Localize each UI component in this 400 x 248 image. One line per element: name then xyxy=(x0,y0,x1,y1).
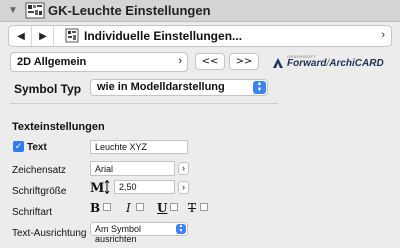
chevron-right-icon: › xyxy=(178,55,182,67)
page-selector-value: 2D Allgemein xyxy=(17,56,87,68)
font-field[interactable]: Arial xyxy=(90,161,175,176)
previous-page-button[interactable]: << xyxy=(195,53,225,70)
underline-icon: U xyxy=(157,201,168,215)
strikethrough-icon: T xyxy=(188,201,197,215)
text-settings-title: Texteinstellungen xyxy=(12,121,105,133)
font-size-icon: M xyxy=(90,180,110,194)
font-size-field[interactable]: 2,50 xyxy=(114,180,175,194)
text-alignment-select[interactable]: Am Symbol ausrichten ▲ ▼ xyxy=(90,222,188,244)
text-enabled-checkbox[interactable]: ✓ xyxy=(13,141,24,152)
updown-arrows-icon: ▲ ▼ xyxy=(253,81,266,94)
panel-title: GK-Leuchte Einstellungen xyxy=(48,3,211,18)
next-page-button[interactable]: >> xyxy=(229,53,259,70)
page-selector[interactable]: 2D Allgemein › xyxy=(10,52,188,72)
title-bar[interactable]: ▼ GK-Leuchte Einstellungen xyxy=(0,0,400,22)
symbol-type-select[interactable]: wie in Modelldarstellung ▲ ▼ xyxy=(90,79,268,96)
font-chevron-button[interactable]: › xyxy=(178,162,189,175)
bold-checkbox[interactable] xyxy=(103,203,111,211)
nav-forward-button[interactable]: ▶ xyxy=(33,26,54,46)
settings-nav-bar[interactable]: ◀ ▶ Individuelle Einstellungen... › xyxy=(8,25,392,47)
logo-brand: Forward/ArchiCARD xyxy=(287,58,384,69)
font-size-chevron-button[interactable]: › xyxy=(178,181,189,194)
logo-brand-forward: Forward xyxy=(287,58,327,69)
font-label: Zeichensatz xyxy=(12,165,66,176)
graphisoft-logo-icon xyxy=(273,58,283,68)
settings-panel: ▼ GK-Leuchte Einstellungen ◀ ▶ Individue… xyxy=(0,0,400,248)
text-label: Text xyxy=(27,142,47,153)
strikethrough-checkbox[interactable] xyxy=(200,203,208,211)
updown-arrows-icon: ▲ ▼ xyxy=(176,224,186,234)
nav-back-button[interactable]: ◀ xyxy=(11,26,32,46)
chevron-right-icon[interactable]: › xyxy=(381,29,385,41)
italic-checkbox[interactable] xyxy=(136,203,144,211)
svg-text:M: M xyxy=(90,181,104,194)
lamp-object-icon xyxy=(25,2,45,19)
section-divider xyxy=(10,103,278,104)
font-style-label: Schriftart xyxy=(12,207,53,218)
bold-icon: B xyxy=(90,201,101,215)
text-value-field[interactable]: Leuchte XYZ xyxy=(90,140,188,154)
text-alignment-value: Am Symbol ausrichten xyxy=(95,224,142,244)
symbol-type-label: Symbol Typ xyxy=(14,82,82,96)
collapse-triangle-icon[interactable]: ▼ xyxy=(8,5,18,16)
text-alignment-label: Text-Ausrichtung xyxy=(12,228,87,239)
logo-brand-archicad: ArchiCARD xyxy=(329,58,384,69)
font-size-label: Schriftgröße xyxy=(12,186,67,197)
nav-label: Individuelle Einstellungen... xyxy=(84,29,243,43)
symbol-type-value: wie in Modelldarstellung xyxy=(97,81,225,93)
archicad-logo: GRAPHISOFT Forward/ArchiCARD xyxy=(272,54,392,72)
italic-icon: I xyxy=(126,201,131,215)
settings-object-icon xyxy=(65,28,79,43)
underline-checkbox[interactable] xyxy=(170,203,178,211)
